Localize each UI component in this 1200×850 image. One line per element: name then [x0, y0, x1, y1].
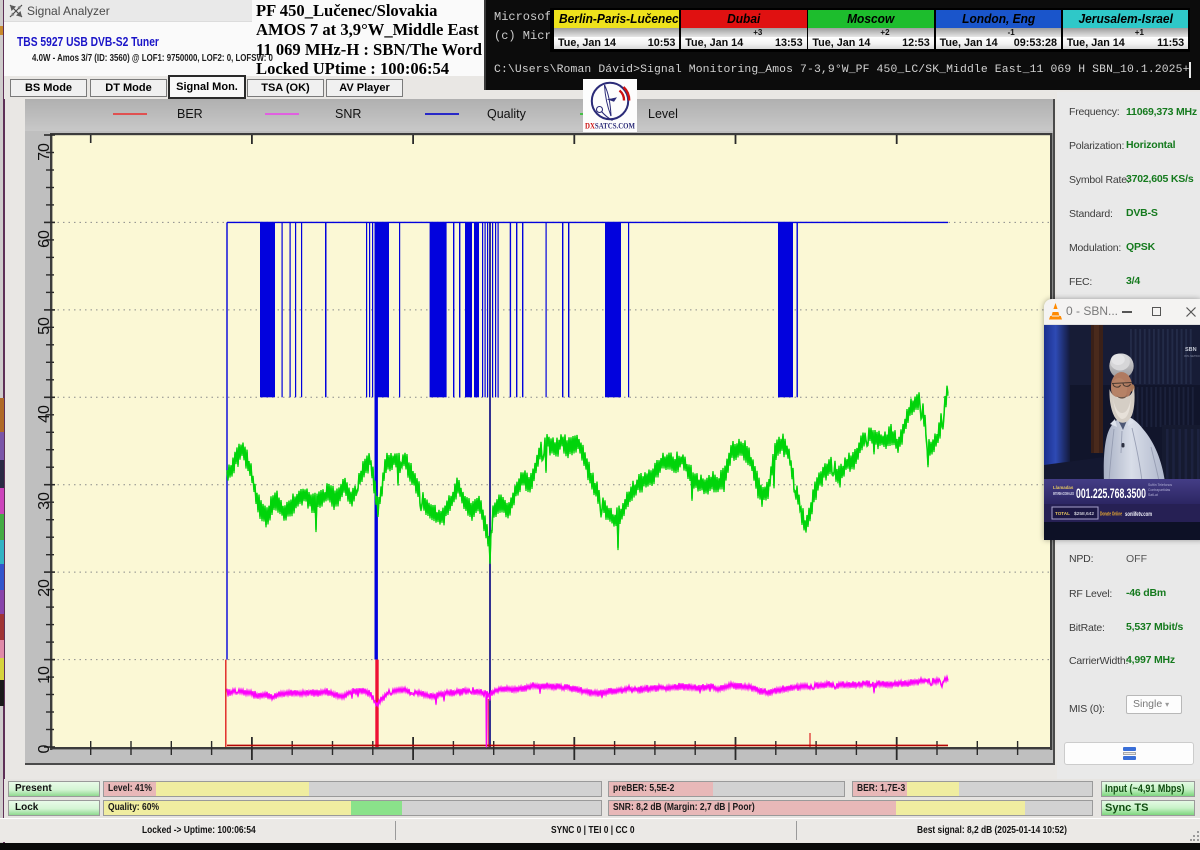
svg-text:Donate Online: Donate Online: [1100, 512, 1122, 518]
svg-text:Llamadas: Llamadas: [1053, 485, 1074, 490]
svg-text:INTL NETWORK: INTL NETWORK: [1184, 354, 1200, 358]
svg-text:001.225.768.3500: 001.225.768.3500: [1076, 486, 1146, 501]
svg-text:sonlifetv.com: sonlifetv.com: [1125, 511, 1152, 518]
svg-text:Contrapartidas: Contrapartidas: [1148, 488, 1171, 492]
svg-text:$258,642: $258,642: [1074, 511, 1094, 517]
svg-text:TOTAL: TOTAL: [1055, 511, 1070, 516]
svg-text:SBN: SBN: [1185, 347, 1197, 353]
svg-text:DXSATCS.COM: DXSATCS.COM: [585, 121, 635, 131]
svg-text:SatLat: SatLat: [1148, 493, 1158, 497]
svg-text:Suftin Telefonos: Suftin Telefonos: [1148, 483, 1172, 487]
svg-text:INTERNACIONALES: INTERNACIONALES: [1053, 491, 1074, 496]
